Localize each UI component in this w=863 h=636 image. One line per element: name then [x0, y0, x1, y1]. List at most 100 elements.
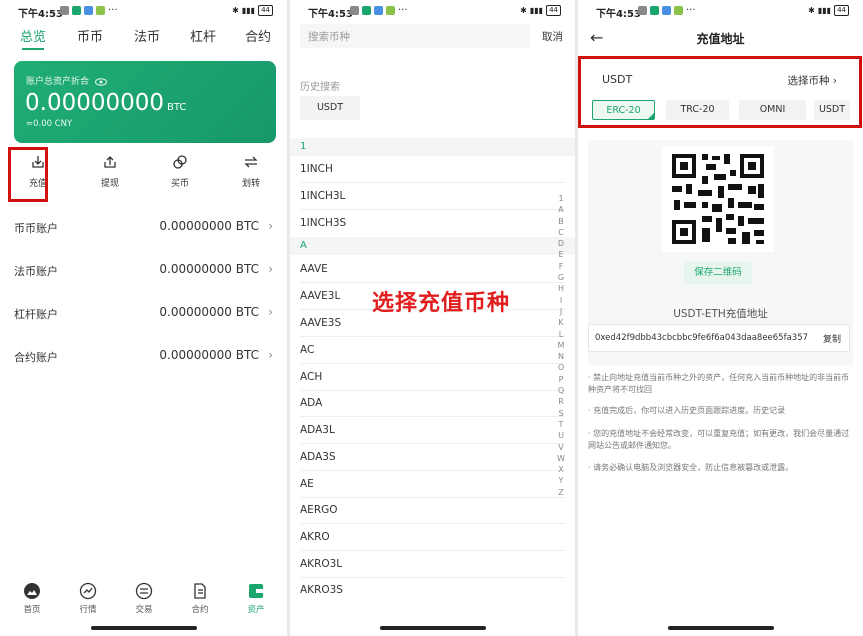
coin-item[interactable]: AKRO3L [300, 558, 342, 570]
index-letter[interactable]: 1 [555, 193, 567, 204]
coin-item[interactable]: AC [300, 344, 314, 356]
account-value: 0.00000000 BTC [159, 219, 259, 233]
nav-assets[interactable]: 资产 [236, 582, 276, 615]
tab-overview[interactable]: 总览 [20, 26, 46, 45]
nav-label: 首页 [23, 605, 41, 615]
home-indicator [90, 626, 197, 630]
nav-label: 资产 [247, 605, 265, 615]
coin-item[interactable]: AAVE3L [300, 290, 340, 302]
index-letter[interactable]: Q [555, 385, 567, 396]
account-name: 币币账户 [14, 222, 58, 235]
index-letter[interactable]: O [555, 362, 567, 373]
index-letter[interactable]: M [555, 340, 567, 351]
coin-search-input[interactable]: 搜索币种 [300, 24, 530, 48]
index-letter[interactable]: R [555, 396, 567, 407]
coin-item[interactable]: ACH [300, 371, 322, 383]
coin-item[interactable]: AERGO [300, 504, 338, 516]
total-asset-label: 账户总资产折合 [26, 77, 90, 87]
nav-contract[interactable]: 合约 [180, 582, 220, 615]
chevron-right-icon: › [268, 348, 273, 362]
index-letter[interactable]: N [555, 351, 567, 362]
index-letter[interactable]: Z [555, 487, 567, 498]
index-letter[interactable]: D [555, 238, 567, 249]
coin-item[interactable]: ADA3S [300, 451, 336, 463]
notice-text: · 您的充值地址不会经常改变，可以重复充值；如有更改，我们会尽量通过网站公告或邮… [588, 429, 850, 450]
account-name: 合约账户 [14, 351, 58, 364]
coin-item[interactable]: AAVE [300, 263, 328, 275]
coin-item[interactable]: ADA [300, 397, 322, 409]
nav-market[interactable]: 行情 [68, 582, 108, 615]
coin-item[interactable]: AAVE3S [300, 317, 341, 329]
notice-text: · 请务必确认电脑及浏览器安全，防止信息被篡改或泄露。 [588, 463, 794, 472]
index-letter[interactable]: J [555, 306, 567, 317]
index-letter[interactable]: W [555, 453, 567, 464]
address-title: USDT-ETH充值地址 [673, 308, 768, 320]
index-letter[interactable]: Y [555, 475, 567, 486]
eye-icon[interactable] [94, 77, 107, 86]
cancel-button[interactable]: 取消 [542, 29, 563, 44]
index-letter[interactable]: B [555, 216, 567, 227]
chevron-right-icon: › [268, 305, 273, 319]
asset-tabs: 总览 币币 法币 杠杆 合约 [0, 26, 287, 46]
index-letter[interactable]: V [555, 442, 567, 453]
transfer-label: 划转 [241, 179, 260, 189]
coin-item[interactable]: AKRO [300, 531, 330, 543]
index-letter[interactable]: I [555, 295, 567, 306]
battery-icon: 44 [258, 5, 273, 16]
save-qr-button[interactable]: 保存二维码 [684, 262, 752, 284]
nav-trade[interactable]: 交易 [124, 582, 164, 615]
bluetooth-icon: ✱ [520, 6, 527, 15]
nav-home[interactable]: 首页 [12, 582, 52, 615]
account-value: 0.00000000 BTC [159, 348, 259, 362]
section-header-a: A [290, 237, 575, 255]
coin-item[interactable]: AE [300, 478, 314, 490]
battery-icon: 44 [834, 5, 849, 16]
index-letter[interactable]: G [555, 272, 567, 283]
account-row-margin[interactable]: 杠杆账户 0.00000000 BTC › [14, 303, 273, 323]
alphabet-index[interactable]: 1ABCDEFGHIJKLMNOPQRSTUVWXYZ [555, 193, 567, 498]
copy-button[interactable]: 复制 [823, 332, 841, 345]
account-value: 0.00000000 BTC [159, 262, 259, 276]
coin-item[interactable]: AKRO3S [300, 584, 343, 596]
qr-code-icon [672, 154, 764, 244]
app-icon [72, 6, 81, 15]
tab-spot[interactable]: 币币 [77, 26, 103, 45]
coin-item[interactable]: 1INCH [300, 163, 333, 175]
account-row-fiat[interactable]: 法币账户 0.00000000 BTC › [14, 260, 273, 280]
history-chip[interactable]: USDT [300, 96, 360, 120]
transfer-button[interactable]: 划转 [221, 148, 281, 204]
index-letter[interactable]: K [555, 317, 567, 328]
buy-coin-button[interactable]: 买币 [150, 148, 210, 204]
app-icon [96, 6, 105, 15]
deposit-address: 0xed42f9dbb43cbcbbc9fe6f6a043daa8ee65fa3… [588, 324, 850, 352]
tab-contract[interactable]: 合约 [245, 26, 271, 45]
coin-item[interactable]: ADA3L [300, 424, 335, 436]
index-letter[interactable]: C [555, 227, 567, 238]
bluetooth-icon: ✱ [232, 6, 239, 15]
index-letter[interactable]: S [555, 408, 567, 419]
status-time: 下午4:53 [308, 9, 353, 20]
notice-text: · 禁止向地址充值当前币种之外的资产，任何充入当前币种地址的非当前币种资产将不可… [588, 373, 850, 394]
account-row-spot[interactable]: 币币账户 0.00000000 BTC › [14, 217, 273, 237]
account-row-contract[interactable]: 合约账户 0.00000000 BTC › [14, 346, 273, 366]
notice-text: · 充值完成后，你可以进入历史页面跟踪进度。历史记录 [588, 406, 786, 415]
tab-fiat[interactable]: 法币 [134, 26, 160, 45]
index-letter[interactable]: F [555, 261, 567, 272]
index-letter[interactable]: X [555, 464, 567, 475]
tab-margin[interactable]: 杠杆 [190, 26, 216, 45]
index-letter[interactable]: E [555, 249, 567, 260]
active-tab-indicator [22, 48, 44, 50]
coin-item[interactable]: 1INCH3S [300, 217, 346, 229]
contract-icon [194, 583, 206, 599]
nav-label: 交易 [135, 605, 153, 615]
withdraw-button[interactable]: 提现 [80, 148, 140, 204]
index-letter[interactable]: L [555, 329, 567, 340]
index-letter[interactable]: P [555, 374, 567, 385]
battery-icon: 44 [546, 5, 561, 16]
index-letter[interactable]: H [555, 283, 567, 294]
index-letter[interactable]: U [555, 430, 567, 441]
index-letter[interactable]: T [555, 419, 567, 430]
index-letter[interactable]: A [555, 204, 567, 215]
coin-item[interactable]: 1INCH3L [300, 190, 345, 202]
section-header-1: 1 [290, 138, 575, 156]
